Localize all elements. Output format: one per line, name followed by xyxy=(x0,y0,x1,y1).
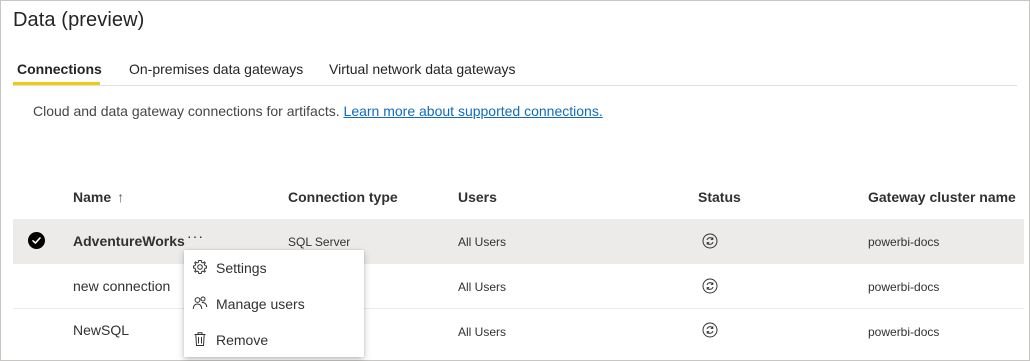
more-options-icon[interactable]: ··· xyxy=(187,228,204,244)
learn-more-link[interactable]: Learn more about supported connections. xyxy=(344,103,603,119)
users-icon xyxy=(192,295,208,311)
menu-item-manage-users[interactable]: Manage users xyxy=(184,286,364,322)
description: Cloud and data gateway connections for a… xyxy=(33,103,603,119)
users: All Users xyxy=(458,325,507,339)
tab-connections[interactable]: Connections xyxy=(17,61,102,77)
column-header-name[interactable]: Name ↑ xyxy=(73,189,124,205)
context-menu: Settings Manage users Remove xyxy=(184,250,364,357)
column-header-gateway-cluster-name[interactable]: Gateway cluster name xyxy=(868,189,1016,205)
connection-name: NewSQL xyxy=(73,322,130,338)
tab-on-premises-data-gateways[interactable]: On-premises data gateways xyxy=(129,61,303,77)
table-row[interactable]: NewSQL All Users powerbi-docs xyxy=(13,309,1024,353)
gateway-cluster-name: powerbi-docs xyxy=(868,235,940,249)
checkmark-icon[interactable] xyxy=(28,232,45,249)
page-title: Data (preview) xyxy=(13,9,145,31)
column-header-connection-type[interactable]: Connection type xyxy=(288,189,398,205)
refresh-icon xyxy=(702,233,718,249)
sort-ascending-icon: ↑ xyxy=(117,189,125,205)
menu-item-label: Manage users xyxy=(216,296,305,312)
tab-divider xyxy=(13,85,1017,86)
tab-virtual-network-data-gateways[interactable]: Virtual network data gateways xyxy=(329,61,516,77)
description-text: Cloud and data gateway connections for a… xyxy=(33,103,340,119)
users: All Users xyxy=(458,235,507,249)
connection-name: AdventureWorks xyxy=(73,233,185,249)
refresh-icon xyxy=(702,278,718,294)
gear-icon xyxy=(192,259,208,275)
menu-item-remove[interactable]: Remove xyxy=(184,322,364,358)
column-header-name-label: Name xyxy=(73,189,112,205)
refresh-icon xyxy=(702,322,718,338)
users: All Users xyxy=(458,280,507,294)
trash-icon xyxy=(192,331,208,347)
gateway-cluster-name: powerbi-docs xyxy=(868,280,940,294)
connection-type: SQL Server xyxy=(288,235,351,249)
table-row[interactable]: new connection All Users powerbi-docs xyxy=(13,264,1024,308)
menu-item-label: Remove xyxy=(216,332,269,348)
menu-item-label: Settings xyxy=(216,260,267,276)
column-header-status[interactable]: Status xyxy=(698,189,741,205)
menu-item-settings[interactable]: Settings xyxy=(184,250,364,286)
connection-name: new connection xyxy=(73,278,171,294)
column-header-users[interactable]: Users xyxy=(458,189,497,205)
table-row[interactable]: AdventureWorks ··· SQL Server All Users … xyxy=(13,219,1024,263)
gateway-cluster-name: powerbi-docs xyxy=(868,325,940,339)
